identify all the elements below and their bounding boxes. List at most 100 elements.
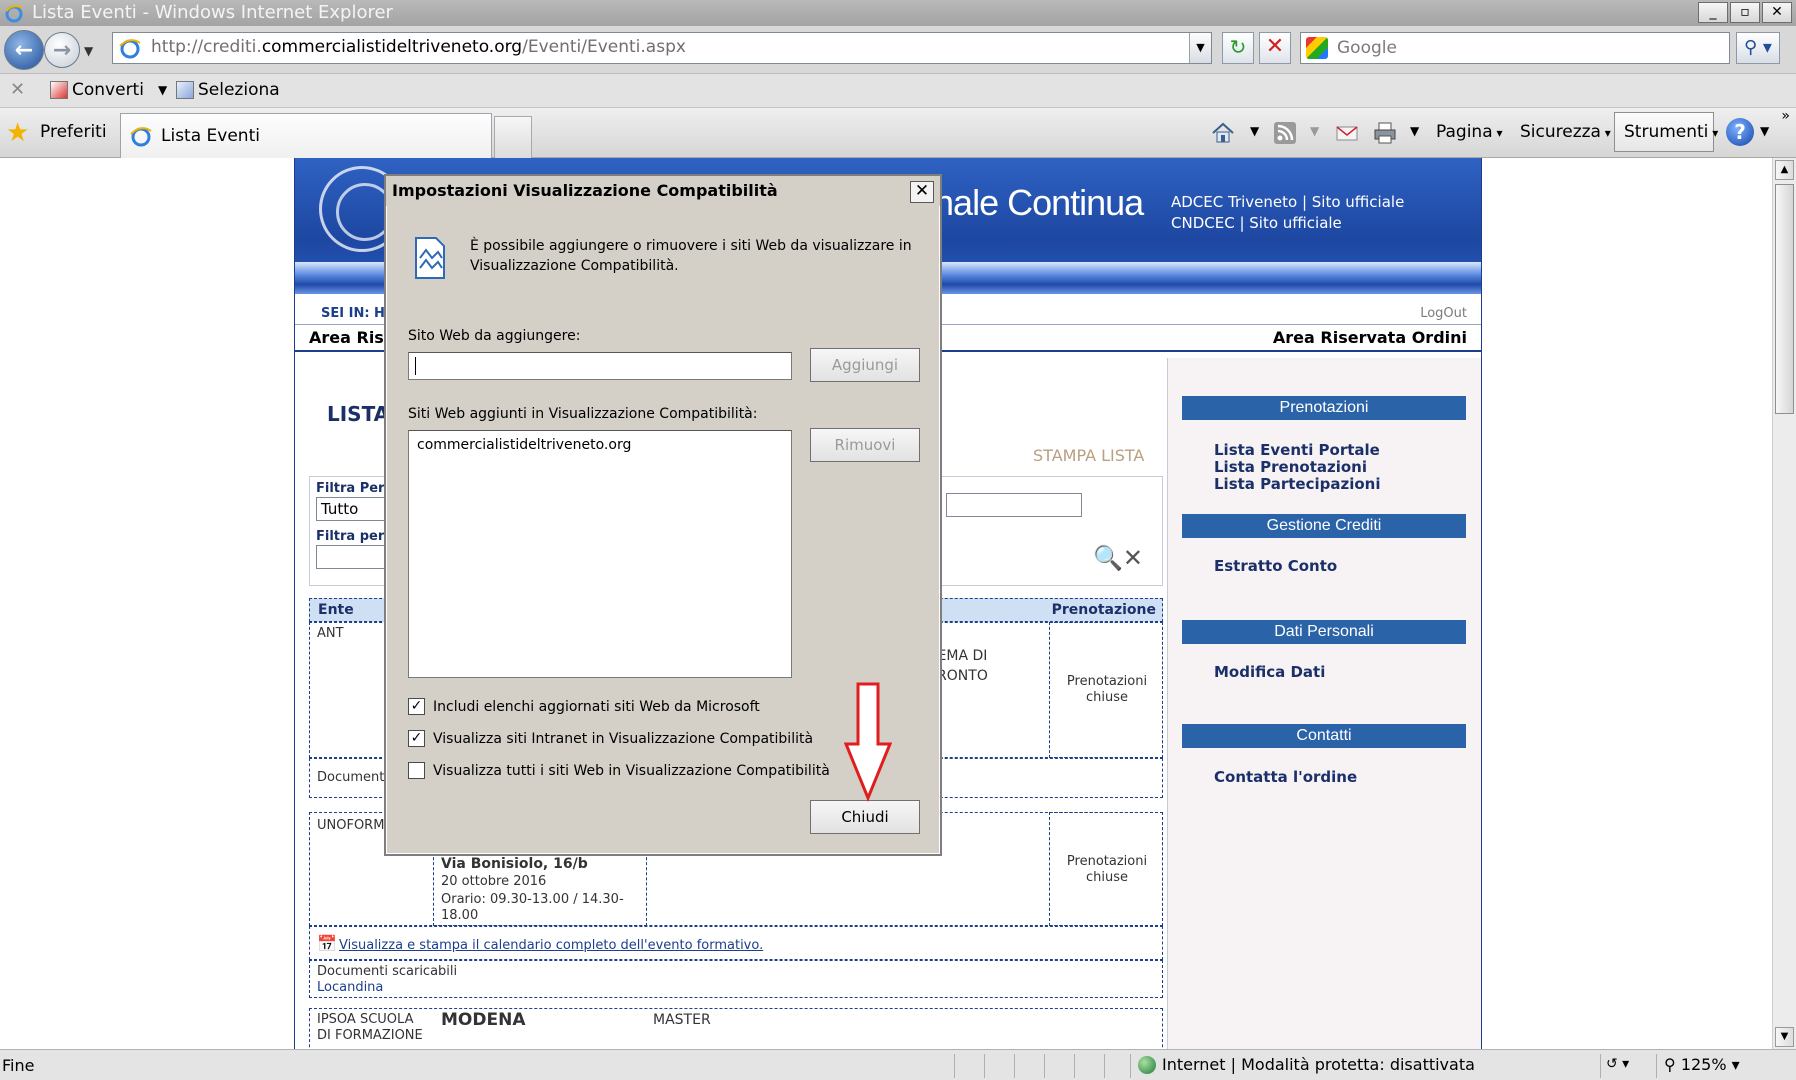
checkbox-intranet[interactable]: ✓ xyxy=(408,730,425,747)
add-button[interactable]: Aggiungi xyxy=(810,348,920,382)
mail-icon[interactable] xyxy=(1334,120,1360,146)
checkbox-microsoft-lists[interactable]: ✓ xyxy=(408,698,425,715)
vertical-scrollbar[interactable]: ▲ ▼ xyxy=(1772,158,1796,1049)
tab-lista-eventi[interactable]: Lista Eventi xyxy=(120,113,492,158)
menu-pagina[interactable]: Pagina xyxy=(1436,122,1502,142)
col-ente: Ente xyxy=(318,602,354,618)
protected-mode-icon[interactable]: ↺ ▾ xyxy=(1606,1056,1629,1072)
feed-dropdown-icon[interactable]: ▼ xyxy=(1310,124,1319,138)
rss-feed-icon[interactable] xyxy=(1272,120,1298,146)
forward-button[interactable]: → xyxy=(44,32,80,68)
row1-status: Prenotazioni chiuse xyxy=(1066,674,1148,705)
row3-ente-2: DI FORMAZIONE xyxy=(317,1028,423,1043)
internet-globe-icon xyxy=(1138,1055,1156,1074)
address-bar[interactable]: http://crediti.commercialistideltrivenet… xyxy=(112,32,1212,64)
checkbox-all-sites[interactable] xyxy=(408,762,425,779)
scroll-up-icon[interactable]: ▲ xyxy=(1775,160,1794,180)
scroll-thumb[interactable] xyxy=(1775,184,1794,414)
calendar-icon: 📅 xyxy=(317,934,337,953)
pdf-convert-icon xyxy=(50,81,68,99)
search-icon[interactable]: ⚲ ▾ xyxy=(1736,32,1780,64)
remove-button[interactable]: Rimuovi xyxy=(810,428,920,462)
sidebar-item-lista-partecipazioni[interactable]: Lista Partecipazioni xyxy=(1214,476,1381,493)
menu-strumenti[interactable]: Strumenti xyxy=(1624,122,1718,142)
sidebar-item-lista-eventi[interactable]: Lista Eventi Portale xyxy=(1214,442,1380,459)
close-button[interactable]: Chiudi xyxy=(810,800,920,834)
menu-sicurezza[interactable]: Sicurezza xyxy=(1520,122,1611,142)
status-text: Fine xyxy=(2,1056,35,1075)
sidebar-contatti-header: Contatti xyxy=(1182,724,1466,748)
dialog-titlebar: Impostazioni Visualizzazione Compatibili… xyxy=(386,176,940,206)
home-dropdown-icon[interactable]: ▼ xyxy=(1250,124,1259,138)
scroll-down-icon[interactable]: ▼ xyxy=(1775,1027,1794,1047)
cndcec-link[interactable]: CNDCEC | Sito ufficiale xyxy=(1171,213,1404,234)
row2-address: Via Bonisiolo, 16/b xyxy=(441,856,588,872)
minimize-button[interactable]: _ xyxy=(1698,2,1728,23)
zoom-level[interactable]: ⚲ 125% ▾ xyxy=(1664,1055,1740,1074)
sidebar-item-estratto-conto[interactable]: Estratto Conto xyxy=(1214,558,1337,575)
sidebar-item-contatta[interactable]: Contatta l'ordine xyxy=(1214,769,1357,786)
help-icon[interactable]: ? xyxy=(1726,118,1754,146)
header-title: onale Continua xyxy=(915,182,1144,223)
stop-icon[interactable]: ✕ xyxy=(1259,32,1291,64)
sidebar-gestione-header: Gestione Crediti xyxy=(1182,514,1466,538)
dialog-description: È possibile aggiungere o rimuovere i sit… xyxy=(470,238,912,274)
added-sites-label: Siti Web aggiunti in Visualizzazione Com… xyxy=(408,406,758,422)
google-icon xyxy=(1306,37,1328,59)
filter-input-right[interactable] xyxy=(946,493,1082,517)
logout-link[interactable]: LogOut xyxy=(1420,306,1467,321)
adcec-link[interactable]: ADCEC Triveneto | Sito ufficiale xyxy=(1171,192,1404,213)
added-sites-list[interactable]: commercialistideltriveneto.org xyxy=(408,430,792,678)
clear-filter-icon[interactable]: ✕ xyxy=(1123,544,1143,572)
dialog-close-button[interactable]: ✕ xyxy=(910,181,934,203)
locandina-link[interactable]: Locandina xyxy=(317,980,383,996)
sidebar-item-modifica-dati[interactable]: Modifica Dati xyxy=(1214,664,1325,681)
print-icon[interactable] xyxy=(1372,120,1398,146)
new-tab-button[interactable] xyxy=(494,116,532,158)
compatibility-view-icon xyxy=(415,237,445,279)
stampa-lista-link[interactable]: STAMPA LISTA xyxy=(1033,446,1144,465)
row3-ente: IPSOA SCUOLA xyxy=(317,1012,414,1027)
status-separator xyxy=(1104,1054,1105,1078)
favorites-button[interactable]: Preferiti xyxy=(40,122,107,142)
back-button[interactable]: ← xyxy=(4,30,44,70)
sidebar-item-lista-prenotazioni[interactable]: Lista Prenotazioni xyxy=(1214,459,1367,476)
close-toolbar-icon[interactable]: ✕ xyxy=(10,79,25,100)
maximize-button[interactable]: ▫ xyxy=(1730,2,1760,23)
refresh-icon[interactable]: ↻ xyxy=(1222,32,1254,64)
row1-ente: ANT xyxy=(317,626,344,641)
command-bar: ✕ Converti ▼ Seleziona xyxy=(0,74,1796,108)
address-dropdown-icon[interactable]: ▼ xyxy=(1189,33,1211,63)
search-icon[interactable]: 🔍 xyxy=(1093,544,1123,572)
calendar-link[interactable]: Visualizza e stampa il calendario comple… xyxy=(339,938,763,954)
status-separator xyxy=(1600,1054,1601,1078)
history-dropdown-icon[interactable]: ▼ xyxy=(84,44,93,58)
home-icon[interactable] xyxy=(1210,120,1236,146)
address-url[interactable]: http://crediti.commercialistideltrivenet… xyxy=(151,37,686,57)
close-window-button[interactable]: ✕ xyxy=(1762,2,1792,23)
content-title: LISTA xyxy=(327,402,390,426)
text-caret xyxy=(415,357,416,375)
print-dropdown-icon[interactable]: ▼ xyxy=(1410,124,1419,138)
help-dropdown-icon[interactable]: ▼ xyxy=(1760,124,1769,138)
checkbox-row-all-sites[interactable]: Visualizza tutti i siti Web in Visualizz… xyxy=(408,762,830,779)
status-separator xyxy=(954,1054,955,1078)
more-chevron-icon[interactable]: » xyxy=(1781,108,1790,124)
col-prenotazione: Prenotazione xyxy=(1051,602,1156,618)
seleziona-button[interactable]: Seleziona xyxy=(176,80,280,100)
checkbox-row-microsoft[interactable]: ✓ Includi elenchi aggiornati siti Web da… xyxy=(408,698,760,715)
search-box[interactable]: Google xyxy=(1300,32,1730,64)
status-separator xyxy=(984,1054,985,1078)
status-separator xyxy=(1044,1054,1045,1078)
table-row xyxy=(309,1008,1163,1049)
favorites-star-icon[interactable]: ★ xyxy=(6,120,29,146)
area-right-title: Area Riservata Ordini xyxy=(1272,328,1467,347)
list-item[interactable]: commercialistideltriveneto.org xyxy=(417,437,631,453)
security-zone[interactable]: Internet | Modalità protetta: disattivat… xyxy=(1138,1055,1475,1074)
converti-button[interactable]: Converti ▼ xyxy=(50,80,167,100)
sidebar-prenotazioni-header: Prenotazioni xyxy=(1182,396,1466,420)
select-icon xyxy=(176,81,194,99)
checkbox-row-intranet[interactable]: ✓ Visualizza siti Intranet in Visualizza… xyxy=(408,730,813,747)
add-site-input[interactable] xyxy=(408,352,792,380)
sidebar: Prenotazioni Lista Eventi Portale Lista … xyxy=(1167,358,1481,1049)
